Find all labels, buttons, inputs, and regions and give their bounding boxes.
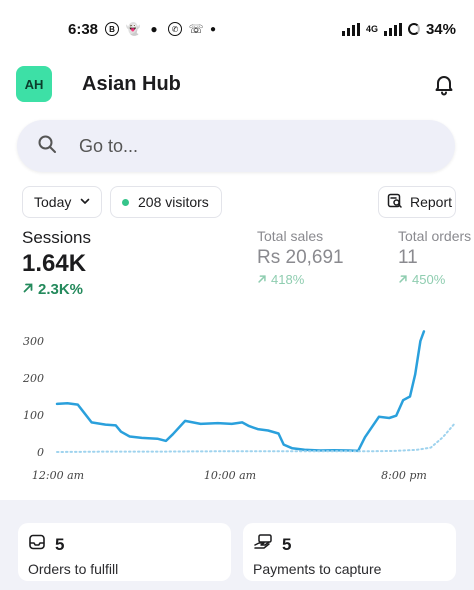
- snapchat-icon: 👻: [125, 22, 141, 36]
- store-avatar[interactable]: AH: [16, 66, 52, 102]
- x-tick-label: 12:00 am: [32, 469, 84, 482]
- battery-level: 34%: [425, 20, 456, 38]
- bell-icon[interactable]: [430, 70, 458, 98]
- search-input[interactable]: Go to...: [17, 120, 455, 172]
- period-label: Today: [34, 194, 72, 210]
- inbox-icon: [28, 533, 46, 556]
- live-dot-icon: [122, 198, 129, 206]
- report-button[interactable]: Report: [378, 186, 456, 218]
- arrow-up-right-icon: [22, 281, 34, 298]
- metric-value: Rs 20,691: [257, 247, 344, 268]
- live-visitors-button[interactable]: 208 visitors: [110, 186, 222, 218]
- payments-to-capture-tile[interactable]: 5 Payments to capture: [243, 523, 456, 581]
- report-icon: [386, 192, 404, 213]
- clock: 6:38: [68, 20, 99, 38]
- status-left: 6:38 B 👻 ● ✆ ☏ ●: [68, 21, 216, 38]
- metric-label: Total orders: [398, 228, 472, 244]
- orders-to-fulfill-tile[interactable]: 5 Orders to fulfill: [18, 523, 231, 581]
- metric-value: 11: [398, 247, 418, 268]
- metric-value: 1.64K: [22, 250, 87, 277]
- metric-change: 450%: [398, 272, 471, 287]
- hand-cash-icon: [253, 533, 273, 556]
- y-tick-label: 300: [23, 335, 44, 348]
- tile-label: Orders to fulfill: [28, 561, 119, 577]
- signal-icon: [341, 22, 360, 36]
- status-bar: 6:38 B 👻 ● ✆ ☏ ● 4G 34%: [0, 0, 474, 58]
- metric-change-value: 418%: [271, 272, 305, 287]
- brand-notification-icon: B: [105, 22, 120, 36]
- metric-change: 2.3K%: [22, 281, 91, 298]
- chevron-down-icon: [79, 194, 91, 210]
- arrow-up-right-icon: [398, 272, 408, 287]
- sessions-chart[interactable]: 0 100 200 300 12:00 am 10:00 am 8:00 pm: [0, 312, 474, 492]
- sessions-series-line: [55, 330, 426, 453]
- x-tick-label: 10:00 am: [204, 469, 256, 482]
- y-tick-label: 100: [23, 409, 44, 422]
- missed-call-icon: ☏: [188, 22, 204, 36]
- report-label: Report: [410, 194, 453, 210]
- chat-bubble-icon: ●: [150, 22, 158, 36]
- battery-icon: [407, 23, 420, 35]
- y-tick-label: 200: [22, 372, 44, 385]
- tile-count: 5: [55, 534, 65, 554]
- more-notifications-icon: ●: [210, 23, 217, 35]
- app-header: AH Asian Hub: [0, 58, 474, 110]
- arrow-up-right-icon: [257, 272, 267, 287]
- metric-change: 418%: [257, 272, 344, 287]
- x-tick-label: 8:00 pm: [381, 469, 427, 482]
- tile-label: Payments to capture: [253, 561, 382, 577]
- metric-total-sales[interactable]: Total sales Rs 20,691 418%: [257, 228, 344, 287]
- metric-label: Sessions: [22, 228, 91, 247]
- metric-change-value: 2.3K%: [38, 281, 84, 298]
- whatsapp-icon: ✆: [168, 22, 183, 36]
- network-type: 4G: [365, 24, 378, 34]
- search-section: Go to...: [0, 110, 474, 182]
- y-tick-label: 0: [37, 446, 44, 459]
- analytics-card: Today 208 visitors Report Sessions 1.64K…: [0, 182, 474, 500]
- metric-change-value: 450%: [412, 272, 446, 287]
- status-right: 4G 34%: [341, 20, 456, 38]
- signal-secondary-icon: [383, 22, 402, 36]
- search-placeholder: Go to...: [79, 135, 139, 156]
- search-icon: [37, 134, 57, 159]
- store-name[interactable]: Asian Hub: [82, 73, 181, 96]
- metric-sessions[interactable]: Sessions 1.64K 2.3K%: [22, 228, 91, 298]
- visitors-label: 208 visitors: [138, 194, 209, 210]
- period-dropdown[interactable]: Today: [22, 186, 102, 218]
- tile-count: 5: [282, 534, 292, 554]
- metric-total-orders[interactable]: Total orders 11 450%: [398, 228, 471, 287]
- tasks-section: 5 Orders to fulfill 5 Payments to captur…: [0, 500, 474, 590]
- metric-label: Total sales: [257, 228, 324, 244]
